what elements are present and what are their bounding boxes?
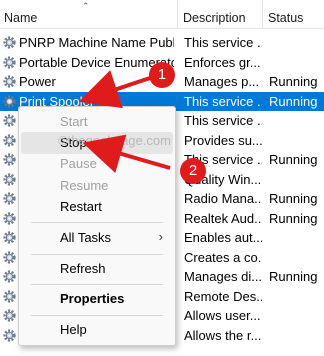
arrow-to-print-spooler [78,70,151,109]
annotation-arrows [78,70,171,173]
arrow-to-stop [82,134,171,173]
callout-2: 2 [180,158,206,184]
callout-1: 1 [149,62,175,88]
